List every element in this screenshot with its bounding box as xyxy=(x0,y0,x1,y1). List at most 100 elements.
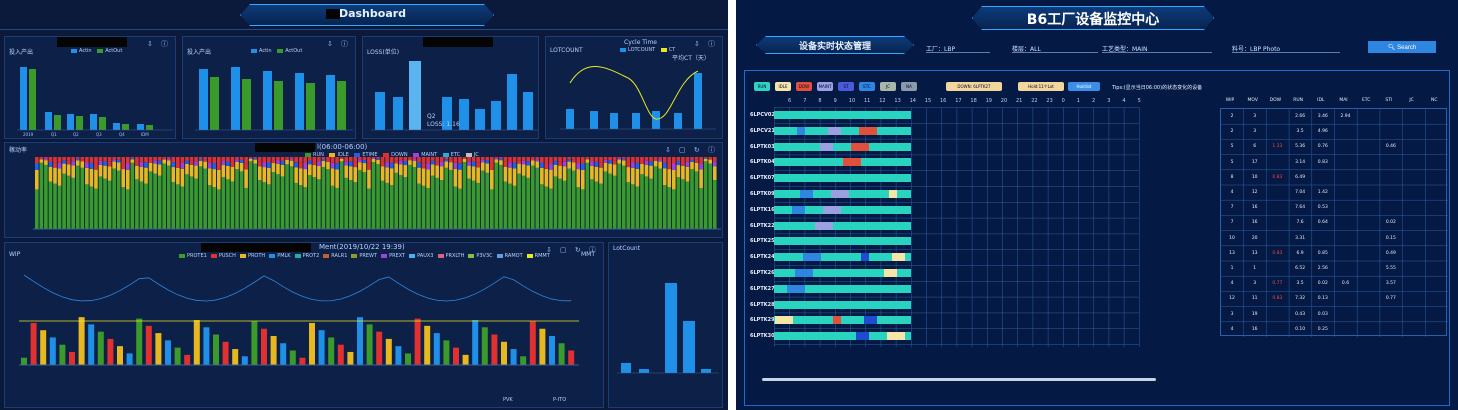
metrics-cell: 16 xyxy=(1251,205,1258,211)
state-bar-segment xyxy=(312,177,317,229)
state-bar-segment xyxy=(694,162,699,172)
holdlist-button[interactable]: Holdlist xyxy=(1068,82,1100,91)
metrics-header-cell: MAI xyxy=(1339,98,1348,103)
metrics-cell: 0.83 xyxy=(1272,174,1283,180)
metrics-cell: 3 xyxy=(1230,311,1234,317)
state-bar-segment xyxy=(353,162,358,168)
state-bar-segment xyxy=(80,157,85,160)
equipment-label[interactable]: 6LPTK29 xyxy=(750,317,775,323)
state-bar-segment xyxy=(253,159,257,164)
search-button[interactable]: 🔍︎ Search xyxy=(1368,41,1436,53)
state-bar-segment xyxy=(603,157,608,160)
state-bar-segment xyxy=(339,157,344,158)
equipment-label[interactable]: 6LPTK03 xyxy=(750,144,775,150)
wip-bar xyxy=(309,322,315,365)
equipment-label[interactable]: 6LPTK28 xyxy=(750,302,775,308)
state-bar-segment xyxy=(449,169,453,229)
horizontal-scrollbar[interactable] xyxy=(762,378,1156,381)
wip-bar xyxy=(107,338,114,365)
status-chip-dow[interactable]: DOW xyxy=(796,82,812,91)
equipment-timeline[interactable] xyxy=(774,174,911,183)
hour-label: 5 xyxy=(1137,98,1141,104)
state-bar-segment xyxy=(685,181,690,229)
state-bar-segment xyxy=(185,160,189,164)
metrics-cell: 7.32 xyxy=(1295,296,1306,302)
state-bar-segment xyxy=(271,172,276,229)
state-bar-segment xyxy=(571,157,576,160)
equipment-label[interactable]: 6LPTK27 xyxy=(750,286,775,292)
equipment-timeline[interactable] xyxy=(774,221,911,230)
equipment-label[interactable]: 6LPTK04 xyxy=(750,159,775,165)
state-bar-segment xyxy=(244,187,248,229)
wip-bar xyxy=(59,344,66,365)
equipment-label[interactable]: 6LPTK07 xyxy=(750,175,775,181)
equipment-timeline[interactable] xyxy=(774,253,911,262)
metrics-cell: 7.6 xyxy=(1296,220,1304,226)
equipment-label[interactable]: 6LPTK22 xyxy=(750,223,775,229)
status-chip-etc[interactable]: ETC xyxy=(859,82,875,91)
state-bar-segment xyxy=(599,162,603,168)
state-bar-segment xyxy=(394,157,399,161)
status-chip-na[interactable]: NA xyxy=(901,82,917,91)
state-bar-segment xyxy=(508,183,512,229)
equipment-timeline[interactable] xyxy=(774,237,911,246)
state-bar-segment xyxy=(139,161,144,167)
status-chip-idle[interactable]: IDLE xyxy=(775,82,791,91)
state-bar-segment xyxy=(94,157,98,164)
state-bar-segment xyxy=(512,162,517,169)
state-bar-segment xyxy=(540,157,544,163)
wip-bar xyxy=(289,350,296,365)
status-chip-st[interactable]: ST xyxy=(838,82,854,91)
equipment-timeline[interactable] xyxy=(774,158,911,167)
metrics-cell: 0.02 xyxy=(1385,220,1396,226)
equipment-timeline[interactable] xyxy=(774,284,911,293)
state-bar-segment xyxy=(594,161,599,167)
state-bar-segment xyxy=(594,166,599,182)
equipment-timeline[interactable] xyxy=(774,126,911,135)
wip-chart-card: Ment(2019/10/22 19:39) ⇩ ▢ ↻ ⓘ WIP MMT P… xyxy=(4,242,604,408)
equipment-label[interactable]: 6LPTK30 xyxy=(750,333,775,339)
equipment-timeline[interactable] xyxy=(774,269,911,277)
state-bar-segment xyxy=(107,161,112,167)
hold-alert[interactable]: Hold:11个Lot xyxy=(1018,82,1064,91)
metrics-cell: 20 xyxy=(1251,235,1258,241)
down-alert[interactable]: DOWN: 6LPTK27 xyxy=(946,82,1002,91)
equipment-timeline[interactable] xyxy=(774,111,911,119)
state-bar-segment xyxy=(503,166,508,182)
equipment-label[interactable]: 6LPCV21 xyxy=(750,128,775,134)
state-bar-segment xyxy=(94,169,98,189)
state-bar-segment xyxy=(426,163,430,170)
equipment-timeline[interactable] xyxy=(774,332,911,341)
state-bar-segment xyxy=(485,160,490,164)
equipment-label[interactable]: 6LPTK16 xyxy=(750,207,775,213)
equipment-label[interactable]: 6LPCV02 xyxy=(750,112,775,118)
state-bar-segment xyxy=(267,167,271,185)
equipment-timeline[interactable] xyxy=(774,300,911,309)
state-bar-segment xyxy=(344,165,348,178)
state-bar-segment xyxy=(75,160,80,166)
wip-bar xyxy=(520,356,527,365)
status-chip-maint[interactable]: MAINT xyxy=(817,82,833,91)
equipment-label[interactable]: 6LPTK24 xyxy=(750,254,775,260)
equipment-label[interactable]: 6LPTK25 xyxy=(750,238,775,244)
equipment-timeline[interactable] xyxy=(774,190,911,198)
state-bar-segment xyxy=(280,176,285,229)
state-bar-segment xyxy=(62,173,66,229)
state-bar-segment xyxy=(217,163,221,170)
status-chip-run[interactable]: RUN xyxy=(754,82,770,91)
state-bar-segment xyxy=(467,165,471,179)
state-bar-segment xyxy=(617,157,621,159)
state-bar-segment xyxy=(98,164,103,177)
state-bar-segment xyxy=(508,162,512,168)
state-bar-segment xyxy=(294,182,298,229)
state-bar-segment xyxy=(499,157,503,159)
state-bar-segment xyxy=(271,160,276,164)
equipment-timeline[interactable] xyxy=(774,316,911,325)
equipment-label[interactable]: 6LPTK09 xyxy=(750,191,775,197)
state-bar-segment xyxy=(348,161,353,167)
state-bar-segment xyxy=(417,167,421,184)
equipment-timeline[interactable] xyxy=(774,205,911,214)
equipment-label[interactable]: 6LPTK26 xyxy=(750,270,775,276)
equipment-timeline[interactable] xyxy=(774,142,911,151)
status-chip-jc[interactable]: JC xyxy=(880,82,896,91)
